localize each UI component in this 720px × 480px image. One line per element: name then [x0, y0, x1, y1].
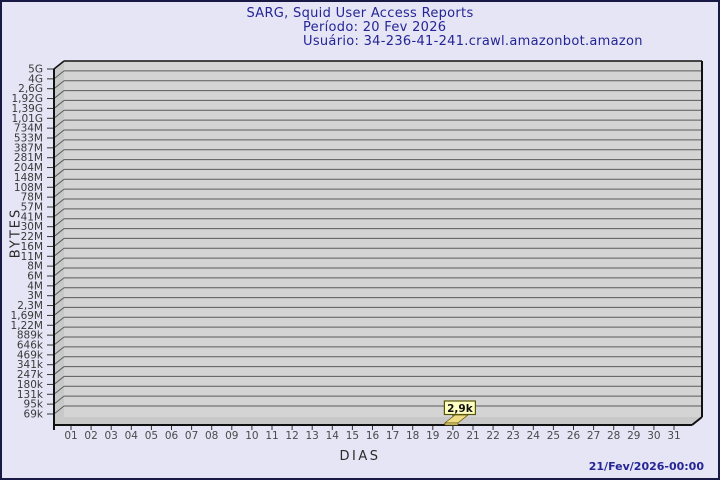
- x-tick-label: 08: [205, 430, 218, 442]
- x-tick-label: 09: [225, 430, 238, 442]
- x-tick-label: 07: [185, 430, 198, 442]
- x-tick-label: 04: [125, 430, 139, 442]
- bar-front-face: [444, 422, 459, 426]
- point-label-text: 2,9k: [447, 403, 474, 415]
- x-tick-label: 01: [64, 430, 77, 442]
- x-tick-label: 27: [587, 430, 600, 442]
- x-tick-label: 30: [647, 430, 660, 442]
- y-axis-title: BYTES: [8, 207, 24, 259]
- bytes-per-day-chart: 5G4G2,6G1,92G1,39G1,01G734M533M387M281M2…: [11, 60, 703, 442]
- x-tick-label: 21: [466, 430, 479, 442]
- x-tick-label: 26: [567, 430, 581, 442]
- plot-back-wall: [64, 61, 702, 417]
- x-tick-label: 18: [406, 430, 419, 442]
- x-tick-label: 05: [145, 430, 158, 442]
- x-tick-label: 19: [426, 430, 439, 442]
- x-tick-label: 22: [486, 430, 499, 442]
- x-tick-label: 15: [346, 430, 359, 442]
- x-tick-label: 03: [105, 430, 118, 442]
- sarg-report-window: SARG, Squid User Access Reports Período:…: [0, 0, 720, 480]
- x-tick-label: 23: [507, 430, 520, 442]
- x-tick-label: 06: [165, 430, 179, 442]
- x-tick-label: 11: [265, 430, 278, 442]
- x-tick-label: 13: [306, 430, 319, 442]
- x-tick-label: 10: [245, 430, 258, 442]
- x-tick-label: 24: [527, 430, 541, 442]
- x-tick-label: 12: [285, 430, 298, 442]
- x-tick-label: 20: [446, 430, 459, 442]
- x-tick-label: 16: [366, 430, 380, 442]
- x-tick-label: 17: [386, 430, 399, 442]
- x-axis-labels: 01 02 03 04 05 06 07 08 09 10 11 12 13 14 15 16 17 18 19 20…: [64, 425, 681, 442]
- x-tick-label: 31: [667, 430, 680, 442]
- x-tick-label: 29: [627, 430, 640, 442]
- x-tick-label: 25: [547, 430, 560, 442]
- y-tick-label: 69k: [24, 408, 44, 420]
- generation-timestamp: 21/Fev/2026-00:00: [588, 460, 704, 473]
- x-tick-label: 02: [84, 430, 97, 442]
- x-tick-label: 14: [326, 430, 340, 442]
- x-tick-label: 28: [607, 430, 620, 442]
- plot-floor: [54, 417, 702, 425]
